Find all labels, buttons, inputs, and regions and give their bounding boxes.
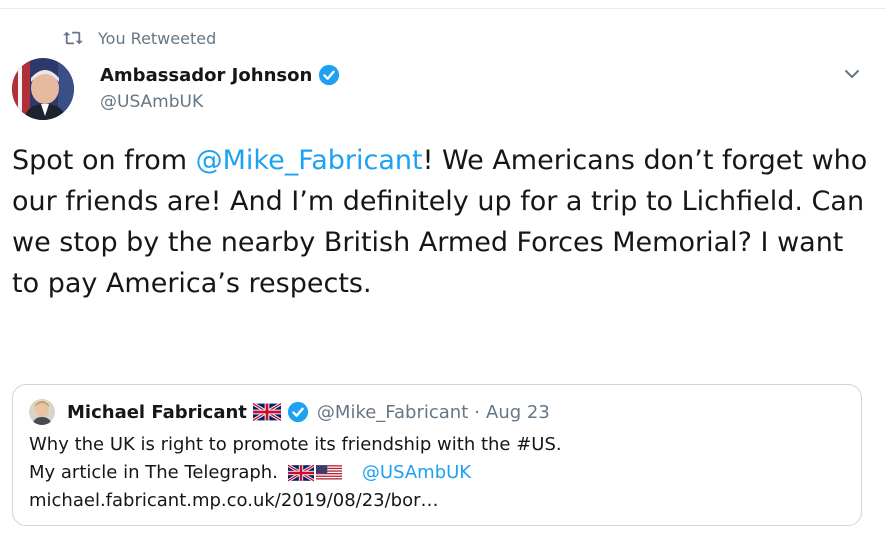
quote-mention-link[interactable]: @USAmbUK xyxy=(362,462,471,483)
quote-link[interactable]: michael.fabricant.mp.co.uk/2019/08/23/bo… xyxy=(29,487,849,515)
verified-badge-icon xyxy=(319,64,340,86)
quote-separator: · xyxy=(474,401,480,423)
retweet-label: You Retweeted xyxy=(98,28,217,48)
retweet-context: You Retweeted xyxy=(62,26,216,50)
quote-date[interactable]: Aug 23 xyxy=(486,402,550,423)
chevron-down-icon[interactable] xyxy=(842,64,862,84)
verified-badge-icon xyxy=(287,401,309,423)
quote-line-1: Why the UK is right to promote its frien… xyxy=(29,434,562,455)
uk-flag-icon xyxy=(287,464,314,482)
quoted-tweet-card[interactable]: Michael Fabricant @Mike_Fabricant · Aug … xyxy=(12,384,862,526)
author-handle[interactable]: @USAmbUK xyxy=(100,92,203,112)
quote-body: Why the UK is right to promote its frien… xyxy=(29,431,849,515)
quote-header: Michael Fabricant @Mike_Fabricant · Aug … xyxy=(67,401,550,423)
quote-line-2: My article in The Telegraph. @USAmbUK xyxy=(29,459,849,487)
uk-flag-icon xyxy=(252,403,281,421)
author-avatar[interactable] xyxy=(12,58,74,120)
author-name-row: Ambassador Johnson xyxy=(100,64,340,86)
avatar-image xyxy=(12,58,74,120)
quote-flags xyxy=(287,464,344,482)
tweet-text-prefix: Spot on from xyxy=(12,145,196,176)
retweet-icon xyxy=(63,31,83,45)
top-divider xyxy=(0,8,886,9)
us-flag-icon xyxy=(315,465,342,481)
mention-link[interactable]: @Mike_Fabricant xyxy=(196,145,423,176)
quote-avatar-image xyxy=(29,399,55,425)
quote-author-name[interactable]: Michael Fabricant xyxy=(67,402,247,423)
tweet-text: Spot on from @Mike_Fabricant! We America… xyxy=(12,140,872,304)
quote-line-2-text: My article in The Telegraph. xyxy=(29,462,278,483)
quote-author-handle[interactable]: @Mike_Fabricant xyxy=(317,402,468,423)
quote-author-avatar[interactable] xyxy=(29,399,55,425)
author-name[interactable]: Ambassador Johnson xyxy=(100,65,312,86)
